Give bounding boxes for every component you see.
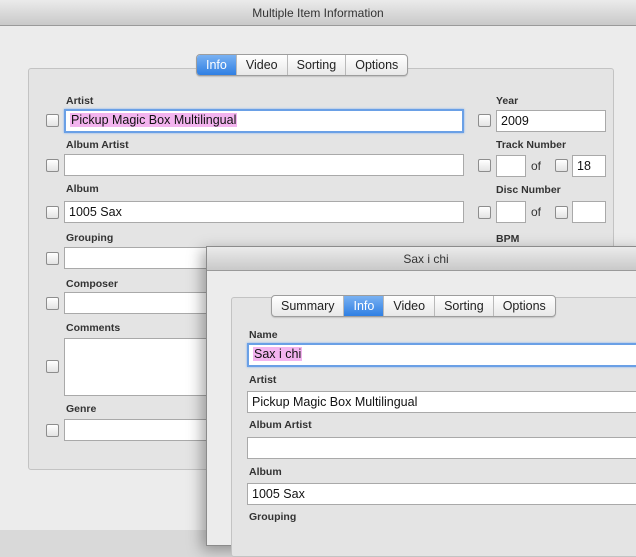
year-checkbox[interactable] [478,114,491,127]
album-label: Album [66,183,99,195]
tab-bar: Info Video Sorting Options [196,54,409,76]
tab-options[interactable]: Options [494,296,555,316]
track-of-text: of [531,159,542,173]
composer-checkbox[interactable] [46,297,59,310]
tab-info[interactable]: Info [344,296,385,316]
comments-checkbox[interactable] [46,360,59,373]
tab-sorting[interactable]: Sorting [435,296,494,316]
album-checkbox[interactable] [46,206,59,219]
genre-label: Genre [66,403,97,415]
comments-label: Comments [66,322,121,334]
disc-number-checkbox[interactable] [478,206,491,219]
track-number-field[interactable] [496,155,526,177]
album-artist-checkbox[interactable] [46,159,59,172]
disc-number-label: Disc Number [496,184,561,196]
artist-field[interactable]: Pickup Magic Box Multilingual [64,109,464,133]
grouping-label: Grouping [249,511,297,523]
name-label: Name [249,329,278,341]
album-artist-label: Album Artist [249,419,312,431]
artist-value: Pickup Magic Box Multilingual [70,113,238,127]
album-label: Album [249,466,282,478]
tab-options[interactable]: Options [346,55,407,75]
composer-label: Composer [66,278,118,290]
track-number-label: Track Number [496,139,567,151]
bpm-label: BPM [496,233,520,245]
tab-video[interactable]: Video [384,296,436,316]
album-artist-label: Album Artist [66,139,129,151]
artist-field[interactable]: Pickup Magic Box Multilingual [247,391,636,413]
track-count-field[interactable]: 18 [572,155,606,177]
grouping-label: Grouping [66,232,114,244]
disc-count-field[interactable] [572,201,606,223]
artist-label: Artist [249,374,277,386]
tab-info[interactable]: Info [197,55,237,75]
album-field[interactable]: 1005 Sax [247,483,636,505]
album-artist-field[interactable] [247,437,636,459]
name-field[interactable]: Sax i chi [247,343,636,367]
tab-summary[interactable]: Summary [272,296,345,316]
artist-label: Artist [66,95,94,107]
grouping-checkbox[interactable] [46,252,59,265]
disc-number-field[interactable] [496,201,526,223]
window-title: Multiple Item Information [0,0,636,26]
track-number-checkbox[interactable] [478,159,491,172]
genre-checkbox[interactable] [46,424,59,437]
disc-count-checkbox[interactable] [555,206,568,219]
album-artist-field[interactable] [64,154,464,176]
disc-of-text: of [531,205,542,219]
sax-i-chi-window: Sax i chi Summary Info Video Sorting Opt… [206,246,636,557]
tab-bar: Summary Info Video Sorting Options [271,295,556,317]
window-title: Sax i chi [207,247,636,271]
name-value: Sax i chi [253,347,303,361]
album-field[interactable]: 1005 Sax [64,201,464,223]
year-field[interactable]: 2009 [496,110,606,132]
artist-checkbox[interactable] [46,114,59,127]
tab-sorting[interactable]: Sorting [288,55,347,75]
year-label: Year [496,95,519,107]
tab-video[interactable]: Video [237,55,288,75]
track-count-checkbox[interactable] [555,159,568,172]
